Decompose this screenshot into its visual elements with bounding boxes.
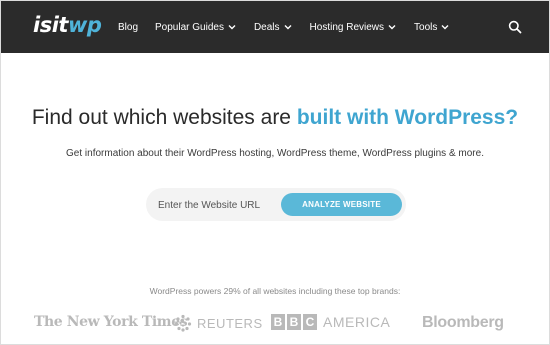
bbc-letter: B (271, 314, 285, 330)
bbc-letter: B (287, 314, 301, 330)
brand-logo-reuters: REUTERS (174, 314, 263, 332)
nav-item-blog[interactable]: Blog (118, 22, 138, 33)
headline-plain: Find out which websites are (31, 106, 297, 129)
url-search-form: ANALYZE WEBSITE (146, 188, 406, 221)
nav-item-label: Deals (253, 21, 280, 33)
brand-logo-bbc-america: B B C AMERICA (271, 314, 390, 330)
nav-item-label: Tools (414, 21, 438, 33)
reuters-wordmark: REUTERS (197, 315, 263, 331)
search-icon[interactable] (508, 20, 522, 34)
nav-item-label: Hosting Reviews (309, 21, 385, 33)
analyze-website-button[interactable]: ANALYZE WEBSITE (281, 193, 402, 216)
page-subheadline: Get information about their WordPress ho… (66, 148, 484, 159)
nav-item-deals[interactable]: Deals (254, 22, 293, 33)
reuters-dots-icon (174, 314, 192, 332)
chevron-down-icon (440, 22, 450, 32)
bbc-letter: C (303, 314, 317, 330)
brand-logo-bloomberg: Bloomberg (422, 314, 504, 331)
brand-logo-nyt: The New York Times (34, 314, 188, 330)
nav-item-label: Blog (118, 21, 139, 33)
top-navbar: isitwp Blog Popular Guides Deals Hosting… (1, 1, 549, 53)
nav-item-tools[interactable]: Tools (414, 22, 450, 33)
chevron-down-icon (227, 22, 237, 32)
chevron-down-icon (387, 22, 397, 32)
nav-item-popular-guides[interactable]: Popular Guides (155, 22, 237, 33)
nav-menu: Blog Popular Guides Deals Hosting Review… (118, 1, 467, 53)
logo-text-main: isit (33, 13, 68, 37)
logo-text-accent: wp (67, 13, 102, 37)
page-headline: Find out which websites are built with W… (1, 106, 549, 130)
nav-item-label: Popular Guides (155, 21, 224, 33)
chevron-down-icon (283, 22, 293, 32)
headline-accent: built with WordPress? (296, 106, 519, 129)
bbc-america-wordmark: AMERICA (323, 314, 391, 330)
site-logo[interactable]: isitwp (33, 13, 102, 37)
nav-item-hosting-reviews[interactable]: Hosting Reviews (310, 22, 397, 33)
brands-caption: WordPress powers 29% of all websites inc… (149, 286, 401, 296)
website-url-input[interactable] (158, 194, 278, 216)
